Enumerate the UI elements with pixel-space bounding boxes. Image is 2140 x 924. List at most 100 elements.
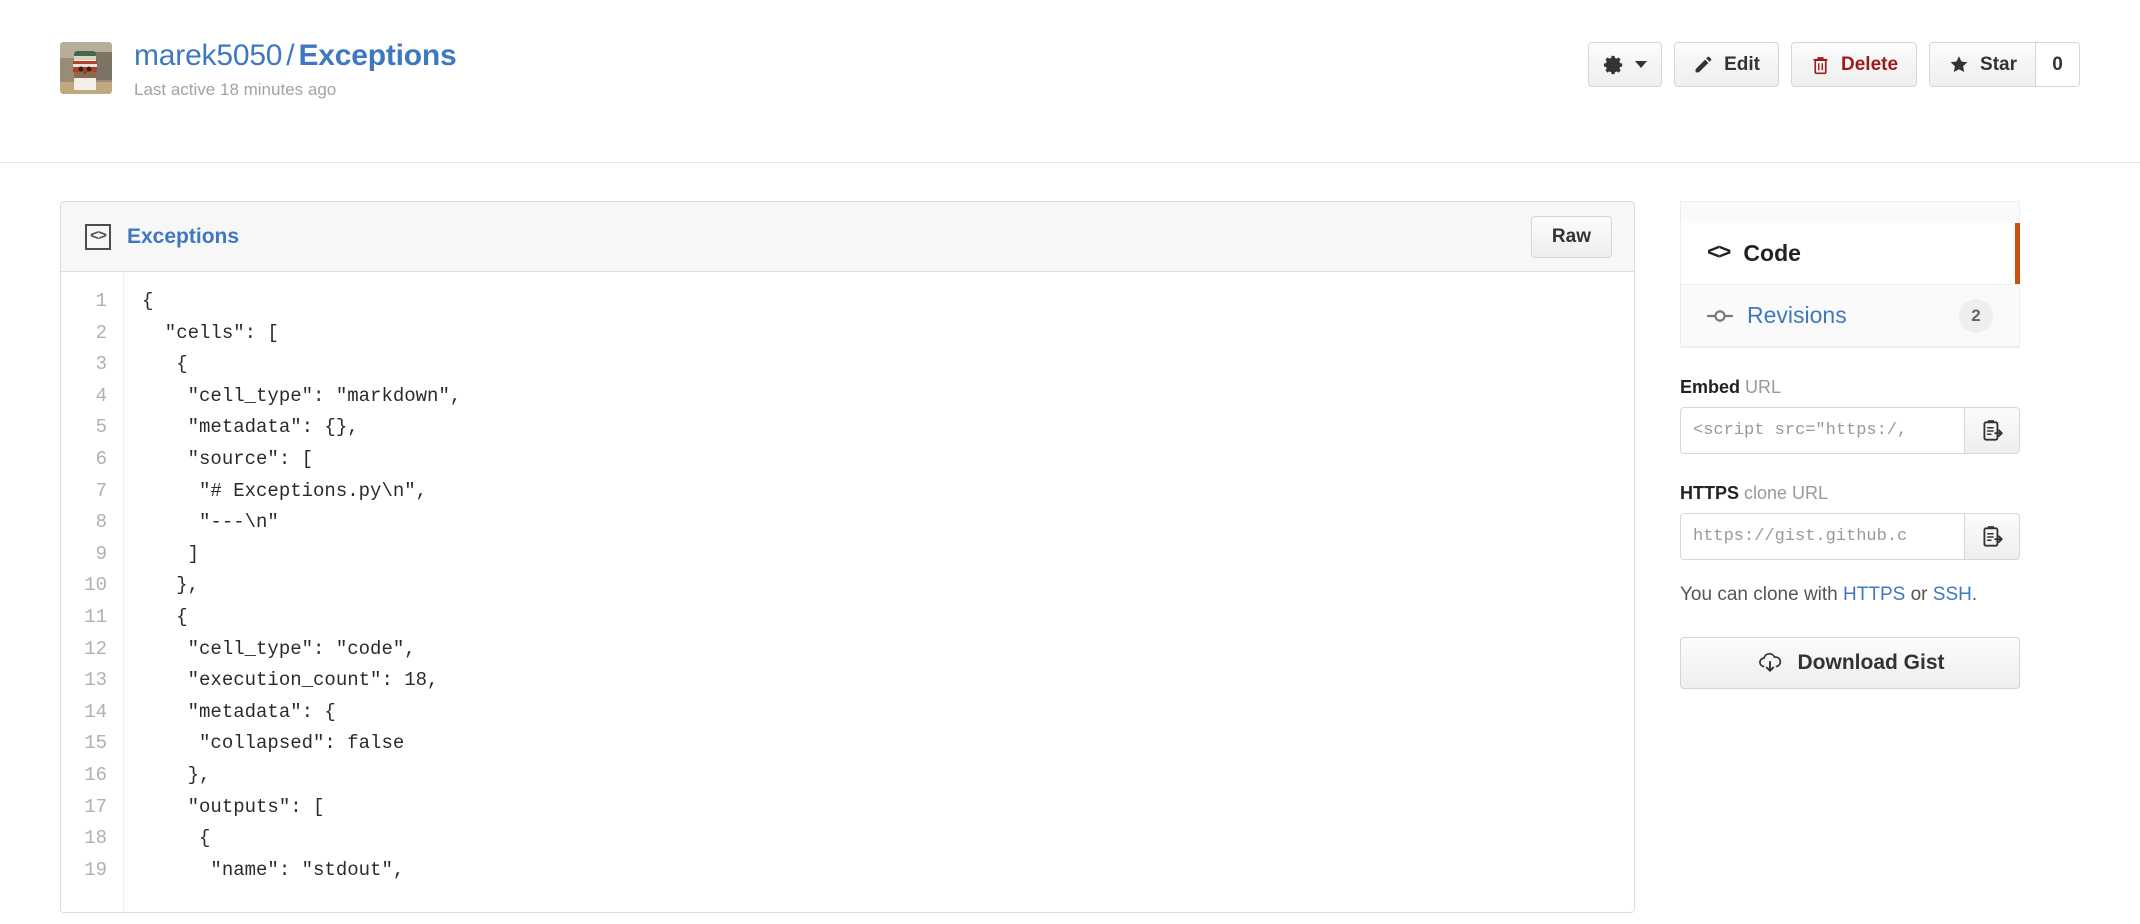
line-number: 3 xyxy=(95,353,107,376)
sidebar-tab-code-label: Code xyxy=(1743,240,1801,266)
header-inner: marek5050/Exceptions Last active 18 minu… xyxy=(60,38,2080,108)
code-line: ] xyxy=(142,542,200,565)
code-line: "outputs": [ xyxy=(142,795,325,818)
star-count[interactable]: 0 xyxy=(2035,43,2079,86)
line-number: 7 xyxy=(95,479,107,502)
code-line: { xyxy=(142,605,188,628)
https-clone-url-input[interactable] xyxy=(1680,513,1964,560)
line-number: 12 xyxy=(84,637,107,660)
gear-icon xyxy=(1603,54,1625,76)
code-line: { xyxy=(142,353,188,376)
clone-note-prefix: You can clone with xyxy=(1680,584,1844,605)
delete-button[interactable]: Delete xyxy=(1791,42,1918,87)
clone-note-middle: or xyxy=(1905,584,1933,605)
code-line: "---\n" xyxy=(142,511,279,534)
sidebar-tab-code[interactable]: <> Code xyxy=(1680,223,2020,285)
gist-title-line: marek5050/Exceptions xyxy=(134,38,457,74)
sidebar-tabs-top-strip xyxy=(1680,201,2020,223)
code-line: "cell_type": "markdown", xyxy=(142,384,462,407)
copy-embed-url-button[interactable] xyxy=(1964,407,2020,454)
line-number: 14 xyxy=(84,700,107,723)
header-actions: Edit Delete Star 0 xyxy=(1588,42,2080,87)
settings-gear-button[interactable] xyxy=(1588,42,1663,87)
embed-url-input[interactable] xyxy=(1680,407,1964,454)
revisions-count-badge: 2 xyxy=(1959,298,1993,333)
line-number: 4 xyxy=(95,384,107,407)
code-line: "metadata": { xyxy=(142,700,336,723)
file-header: <> Exceptions Raw xyxy=(61,202,1634,272)
code-line: }, xyxy=(142,574,200,597)
download-gist-label: Download Gist xyxy=(1797,651,1945,674)
owner-link[interactable]: marek5050 xyxy=(134,39,282,72)
clone-help-text: You can clone with HTTPS or SSH. xyxy=(1680,580,1980,609)
code-line: "collapsed": false xyxy=(142,732,405,755)
line-number: 19 xyxy=(84,858,107,881)
pencil-icon xyxy=(1693,54,1714,75)
avatar[interactable] xyxy=(60,42,112,94)
line-number: 9 xyxy=(95,542,107,565)
code-line: { xyxy=(142,290,154,312)
download-gist-button[interactable]: Download Gist xyxy=(1680,637,2020,689)
gist-file-panel: <> Exceptions Raw 1 2 3 4 5 6 7 8 9 10 11 12 13 14 15 1… xyxy=(60,201,1635,913)
embed-url-label-rest: URL xyxy=(1740,377,1782,397)
gist-name-link[interactable]: Exceptions xyxy=(298,39,456,72)
code-line: "cells": [ xyxy=(142,321,279,344)
delete-button-label: Delete xyxy=(1841,53,1899,75)
line-number: 18 xyxy=(84,827,107,850)
line-number: 10 xyxy=(84,574,107,597)
code-icon: <> xyxy=(85,223,111,250)
code-content[interactable]: { "cells": [ { "cell_type": "markdown", … xyxy=(124,272,1634,912)
clone-ssh-link[interactable]: SSH xyxy=(1933,584,1972,605)
last-active-text: Last active 18 minutes ago xyxy=(134,80,337,99)
code-line: "name": "stdout", xyxy=(142,858,405,881)
edit-button[interactable]: Edit xyxy=(1674,42,1779,87)
code-line: "execution_count": 18, xyxy=(142,669,439,692)
clone-note-suffix: . xyxy=(1971,584,1978,605)
cloud-download-icon xyxy=(1756,651,1784,675)
line-number: 16 xyxy=(84,763,107,786)
star-icon xyxy=(1948,54,1970,75)
line-number: 5 xyxy=(95,416,107,439)
line-number: 6 xyxy=(95,447,107,470)
file-title-wrap: <> Exceptions xyxy=(85,223,239,250)
identity-text: marek5050/Exceptions Last active 18 minu… xyxy=(134,38,457,101)
line-number: 8 xyxy=(95,511,107,534)
code-line: "source": [ xyxy=(142,447,314,470)
line-number: 17 xyxy=(84,795,107,818)
raw-button[interactable]: Raw xyxy=(1530,215,1612,258)
line-number: 15 xyxy=(84,732,107,755)
page-body: <> Exceptions Raw 1 2 3 4 5 6 7 8 9 10 11 12 13 14 15 1… xyxy=(0,163,2140,924)
gist-page-header: marek5050/Exceptions Last active 18 minu… xyxy=(0,0,2140,163)
copy-clone-url-button[interactable] xyxy=(1964,513,2020,560)
title-separator: / xyxy=(286,39,295,72)
chevron-down-icon xyxy=(1635,61,1648,68)
sidebar-tab-revisions[interactable]: Revisions 2 xyxy=(1680,285,2020,347)
https-clone-url-label: HTTPS clone URL xyxy=(1680,482,2020,504)
git-commit-icon xyxy=(1707,308,1733,324)
sidebar-tab-revisions-label: Revisions xyxy=(1747,302,1847,328)
code-line: { xyxy=(142,827,211,850)
star-button[interactable]: Star xyxy=(1930,43,2035,86)
embed-url-label-strong: Embed xyxy=(1680,377,1741,397)
star-button-group: Star 0 xyxy=(1929,42,2080,87)
trash-icon xyxy=(1810,54,1831,76)
code-line: "cell_type": "code", xyxy=(142,637,416,660)
edit-button-label: Edit xyxy=(1724,53,1760,75)
https-clone-url-input-group xyxy=(1680,513,2020,560)
embed-url-block: Embed URL xyxy=(1680,376,2020,454)
code-line: "metadata": {}, xyxy=(142,416,359,439)
embed-url-input-group xyxy=(1680,407,2020,454)
https-clone-url-label-rest: clone URL xyxy=(1739,483,1829,503)
code-line: "# Exceptions.py\n", xyxy=(142,479,428,502)
line-number: 11 xyxy=(84,605,107,628)
gist-sidebar: <> Code Revisions 2 Embed URL <script sr… xyxy=(1680,201,2020,689)
https-clone-url-block: HTTPS clone URL xyxy=(1680,482,2020,560)
https-clone-url-label-strong: HTTPS xyxy=(1680,483,1740,503)
line-number: 1 xyxy=(95,290,107,312)
code-icon: <> xyxy=(1707,241,1731,266)
gist-identity: marek5050/Exceptions Last active 18 minu… xyxy=(60,38,457,101)
file-name-link[interactable]: Exceptions xyxy=(127,225,239,249)
code-area: 1 2 3 4 5 6 7 8 9 10 11 12 13 14 15 16 17 18 19 { "cells":… xyxy=(61,272,1634,912)
clone-https-link[interactable]: HTTPS xyxy=(1843,584,1905,605)
sidebar-tabs: <> Code Revisions 2 xyxy=(1680,201,2020,348)
